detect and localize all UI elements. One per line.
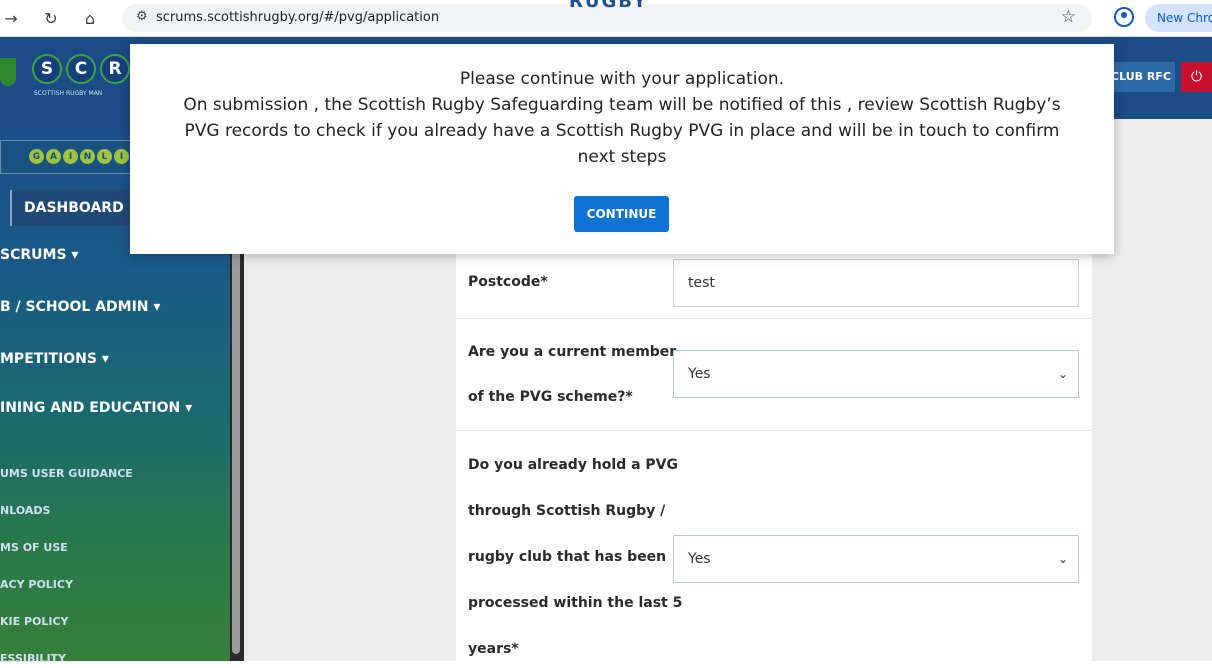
gainline-letter: I: [114, 149, 129, 164]
sidebar-item-training[interactable]: INING AND EDUCATION ▾: [0, 400, 192, 416]
power-icon[interactable]: ⏻: [1181, 62, 1212, 92]
chevron-down-icon: ⌄: [1057, 367, 1068, 381]
member-label-line: of the PVG scheme?*: [468, 389, 633, 405]
sidebar-scrollbar-thumb[interactable]: [232, 230, 240, 654]
gainline-letter: A: [46, 149, 61, 164]
reload-icon[interactable]: ↻: [40, 7, 62, 29]
logo-subtext: SCOTTISH RUGBY MAN: [34, 90, 103, 97]
sidebar-item-school-admin[interactable]: B / SCHOOL ADMIN ▾: [0, 299, 160, 315]
hold-label-line: processed within the last 5: [468, 595, 683, 611]
gainline-letter: L: [97, 149, 112, 164]
sidebar-link-accessibility[interactable]: ESSIBILITY: [0, 652, 66, 665]
bookmark-star-icon[interactable]: ☆: [1061, 7, 1076, 27]
member-label-line: Are you a current member: [468, 344, 677, 360]
scrums-logo[interactable]: S C R SCOTTISH RUGBY MAN: [0, 52, 140, 112]
gainline-letter: I: [63, 149, 78, 164]
hold-label-line: through Scottish Rugby /: [468, 503, 666, 519]
sidebar-item-scrums[interactable]: SCRUMS ▾: [0, 247, 78, 263]
logo-letter-r: R: [100, 54, 130, 84]
pvg-hold-select[interactable]: Yes ⌄: [673, 535, 1079, 583]
pvg-member-select[interactable]: Yes ⌄: [673, 350, 1079, 398]
url-text[interactable]: scrums.scottishrugby.org/#/pvg/applicati…: [156, 10, 439, 25]
hold-label-line: years*: [468, 641, 519, 657]
modal-line: next steps: [577, 147, 667, 167]
emblem-icon: [0, 58, 16, 86]
new-chrome-button[interactable]: New Chrome: [1145, 4, 1212, 32]
sidebar-link-user-guidance[interactable]: UMS USER GUIDANCE: [0, 467, 133, 480]
sidebar-link-downloads[interactable]: NLOADS: [0, 504, 50, 517]
page-peek-text: RUGBY: [569, 0, 649, 12]
modal-message: Please continue with your application. O…: [130, 66, 1114, 170]
pvg-hold-value: Yes: [688, 551, 711, 567]
modal-line: PVG records to check if you already have…: [184, 121, 1060, 141]
postcode-input[interactable]: test: [673, 259, 1079, 307]
postcode-label: Postcode*: [468, 274, 548, 290]
pvg-member-value: Yes: [688, 366, 711, 382]
logo-letter-c: C: [66, 54, 96, 84]
hold-label-line: rugby club that has been: [468, 549, 667, 565]
sidebar-link-privacy[interactable]: ACY POLICY: [0, 578, 73, 591]
sidebar-link-terms[interactable]: MS OF USE: [0, 541, 68, 554]
form-divider: [456, 430, 1092, 431]
form-divider: [456, 318, 1092, 319]
confirmation-modal: Please continue with your application. O…: [130, 44, 1114, 254]
site-settings-icon[interactable]: ⚙: [136, 9, 148, 24]
gainline-letter: G: [29, 149, 44, 164]
modal-line: Please continue with your application.: [459, 69, 785, 89]
modal-line: On submission , the Scottish Rugby Safeg…: [183, 95, 1061, 115]
sidebar-link-cookie[interactable]: KIE POLICY: [0, 615, 69, 628]
profile-icon[interactable]: [1114, 7, 1134, 27]
gainline-logo[interactable]: G A I N L I N: [0, 140, 146, 174]
home-icon[interactable]: ⌂: [79, 7, 101, 29]
chevron-down-icon: ⌄: [1057, 552, 1068, 566]
logo-letter-s: S: [32, 54, 62, 84]
gainline-letter: N: [80, 149, 95, 164]
continue-button[interactable]: CONTINUE: [574, 196, 669, 232]
sidebar-item-competitions[interactable]: MPETITIONS ▾: [0, 351, 109, 367]
forward-arrow-icon[interactable]: →: [0, 7, 22, 29]
hold-label-line: Do you already hold a PVG: [468, 457, 678, 473]
sidebar-item-dashboard[interactable]: DASHBOARD: [10, 190, 134, 226]
